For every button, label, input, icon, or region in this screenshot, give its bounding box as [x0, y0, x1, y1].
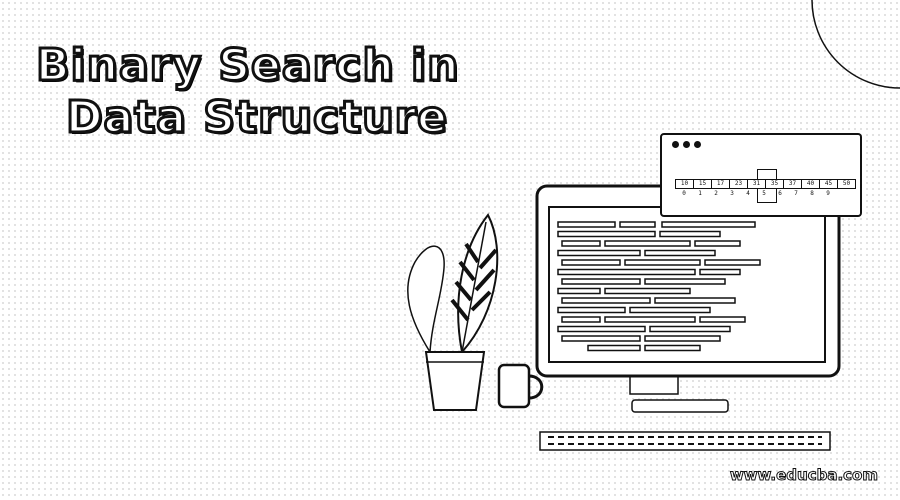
code-line [604, 287, 691, 295]
array-index: 8 [810, 190, 814, 197]
code-line [557, 268, 696, 276]
array-cell: 37 [783, 179, 802, 189]
array-cell: 50 [837, 179, 856, 189]
code-line [604, 240, 691, 247]
array-cell: 31 [747, 179, 766, 189]
code-line [644, 344, 701, 352]
code-line [619, 221, 656, 228]
array-cell: 23 [729, 179, 748, 189]
code-line [649, 325, 731, 333]
code-line [557, 230, 656, 238]
array-index: 4 [746, 190, 750, 197]
keyboard-icon [539, 431, 831, 451]
window-dot-icon [672, 141, 679, 148]
code-line [644, 335, 721, 342]
code-line [561, 335, 641, 342]
array-cell: 40 [801, 179, 820, 189]
code-line [704, 259, 761, 266]
watermark: www.educba.com [729, 466, 878, 485]
window-dot-icon [694, 141, 701, 148]
array-index: 5 [762, 190, 766, 197]
code-line [561, 240, 601, 247]
array-index: 0 [682, 190, 686, 197]
mug-icon [497, 363, 544, 409]
code-line [557, 249, 641, 257]
code-line [604, 316, 696, 323]
code-line [629, 306, 711, 314]
array-index: 1 [698, 190, 702, 197]
array-cell: 15 [693, 179, 712, 189]
window-dot-icon [683, 141, 690, 148]
code-line [661, 221, 756, 228]
code-line [561, 316, 601, 323]
code-line [561, 297, 651, 304]
code-line [557, 306, 626, 314]
array-index: 3 [730, 190, 734, 197]
code-line [659, 230, 721, 238]
array-values: 10 15 17 23 31 35 37 40 45 50 [675, 179, 856, 189]
array-index: 9 [826, 190, 830, 197]
code-line [644, 278, 726, 285]
code-line [587, 344, 641, 352]
code-line [699, 268, 741, 276]
code-line [557, 287, 601, 295]
array-index: 2 [714, 190, 718, 197]
array-cell: 17 [711, 179, 730, 189]
code-line [694, 240, 741, 247]
code-line [624, 259, 701, 266]
page-title: Binary Search in Data Structure [34, 39, 460, 145]
code-line [561, 278, 641, 285]
corner-arc [811, 0, 900, 89]
title-line-2: Data Structure [64, 91, 448, 145]
array-cell: 45 [819, 179, 838, 189]
code-line [557, 221, 616, 228]
array-index: 7 [794, 190, 798, 197]
code-line [654, 297, 736, 304]
array-index: 6 [778, 190, 782, 197]
code-line [561, 259, 621, 266]
browser-window-icon: 10 15 17 23 31 35 37 40 45 50 0123456789 [660, 133, 862, 217]
code-line [699, 316, 746, 323]
array-cell: 10 [675, 179, 694, 189]
plant-icon [407, 213, 499, 411]
title-line-1: Binary Search in [34, 39, 460, 93]
array-cell: 35 [765, 179, 784, 189]
array-indices: 0 1 2 3 4 5 6 7 8 9 [676, 190, 836, 197]
code-line [644, 249, 716, 257]
code-line [557, 325, 646, 333]
